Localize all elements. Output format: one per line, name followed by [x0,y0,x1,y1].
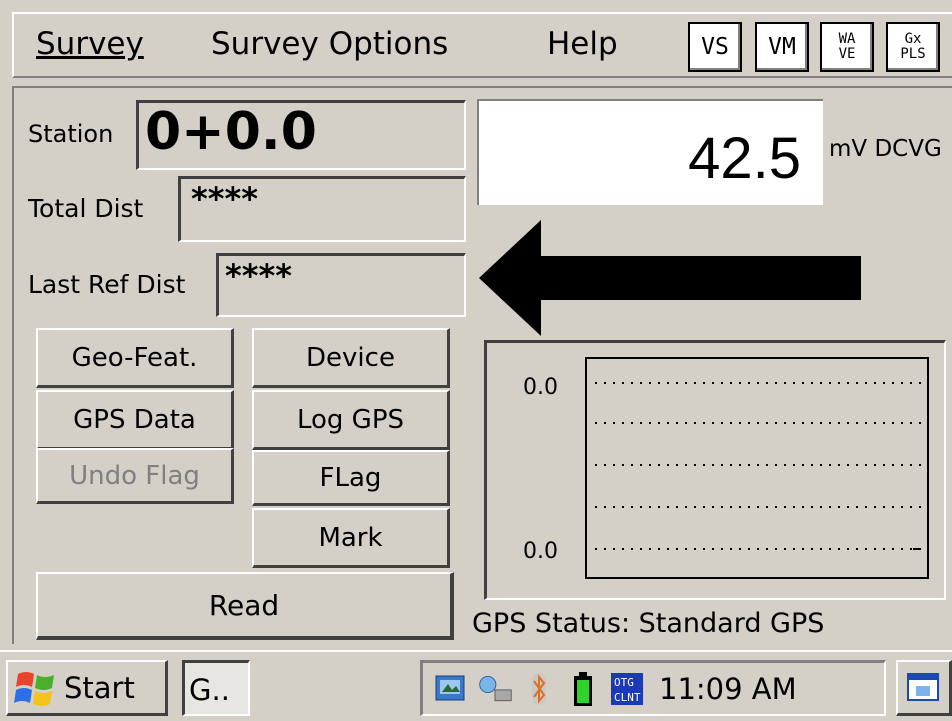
menu-survey-options[interactable]: Survey Options [211,26,448,62]
last-ref-dist-field: **** [216,253,466,317]
start-button[interactable]: Start [6,660,168,716]
otg-client-icon[interactable]: OTG CLNT [609,671,645,707]
menu-survey[interactable]: Survey [36,26,144,62]
menu-help[interactable]: Help [547,26,618,62]
wave-label-bottom: VE [838,46,856,62]
wave-button[interactable]: WA VE [820,22,874,72]
plot-y-bottom-label: 0.0 [523,539,558,564]
plot-grid [595,382,921,550]
read-button[interactable]: Read [36,572,454,640]
connection-icon[interactable] [477,671,513,707]
reading-value: 42.5 [688,126,801,191]
flag-button[interactable]: FLag [252,450,450,506]
last-ref-dist-label: Last Ref Dist [28,270,186,299]
reading-unit: mV DCVG [829,136,942,162]
svg-text:OTG: OTG [614,676,634,689]
menu-survey-label: Survey [36,26,144,62]
menu-bar: Survey Survey Options Help VS VM WA VE Gx… [12,12,952,78]
clock[interactable]: 11:09 AM [659,672,797,706]
total-dist-label: Total Dist [28,194,144,223]
log-gps-button[interactable]: Log GPS [252,390,450,450]
menu-help-label: Help [547,26,618,62]
svg-text:CLNT: CLNT [614,691,641,704]
signal-plot: 0.0 0.0 [484,340,946,600]
windows-logo-icon [14,671,54,706]
desktop-button[interactable] [896,660,952,716]
station-field: 0+0.0 [136,100,466,170]
undo-flag-button[interactable]: Undo Flag [36,448,234,504]
gps-status: GPS Status: Standard GPS [472,608,825,639]
direction-arrow-icon [479,220,861,336]
gx-pls-button[interactable]: Gx PLS [886,22,940,72]
mark-button[interactable]: Mark [252,508,450,568]
network-icon[interactable] [433,671,469,707]
wave-label-top: WA [838,31,856,47]
battery-icon[interactable] [565,671,601,707]
vs-label: VS [701,34,729,60]
survey-panel: Station 0+0.0 Total Dist **** Last Ref D… [12,86,952,644]
plot-y-top-label: 0.0 [523,375,558,400]
gps-data-button[interactable]: GPS Data [36,390,234,450]
desktop-icon [906,672,939,701]
bluetooth-icon[interactable] [521,671,557,707]
total-dist-field: **** [178,176,466,242]
reading-display: 42.5 [477,99,823,205]
taskbar-app-button[interactable]: G.. [182,660,250,716]
vm-button[interactable]: VM [755,22,809,72]
vs-button[interactable]: VS [688,22,742,72]
system-tray: OTG CLNT 11:09 AM [420,660,886,716]
gx-pls-label-top: Gx [904,31,922,47]
station-label: Station [28,120,114,148]
start-label: Start [64,670,135,705]
taskbar: Start G.. OTG CLNT 11:09 AM [0,650,952,721]
wave-label: WA VE [839,32,856,62]
plot-area [585,357,929,579]
geo-feat-button[interactable]: Geo-Feat. [36,328,234,388]
vm-label: VM [768,34,796,60]
gx-pls-label: Gx PLS [900,32,925,62]
gx-pls-label-bottom: PLS [900,46,926,62]
menu-survey-options-label: Survey Options [211,26,449,62]
device-button[interactable]: Device [252,328,450,388]
